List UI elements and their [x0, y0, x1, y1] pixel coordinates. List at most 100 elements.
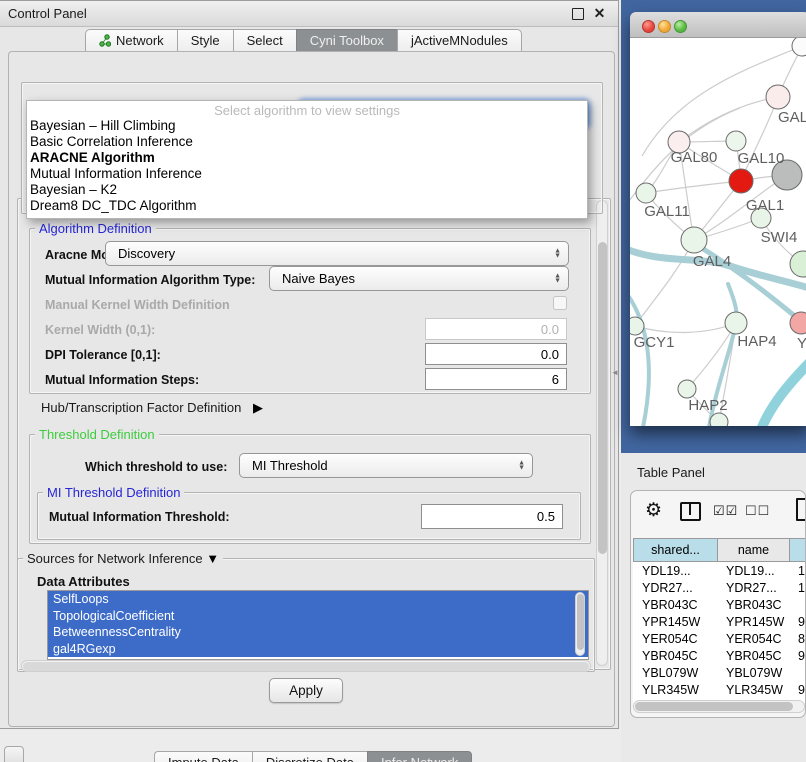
mi-algorithm-type-combo[interactable]: Naive Bayes: [269, 266, 569, 291]
aracne-mode-combo[interactable]: Discovery: [105, 241, 569, 266]
collapsed-panel-icon[interactable]: [4, 746, 24, 762]
column-header[interactable]: shared...: [633, 538, 717, 562]
table-row[interactable]: YDR27...YDR27...12: [633, 579, 806, 596]
network-node-hap2[interactable]: [678, 380, 696, 398]
attribute-list-scrollbar-thumb[interactable]: [577, 594, 584, 650]
tab-jactivemnodules[interactable]: jActiveMNodules: [397, 29, 522, 52]
table-rows: YDL19...YDL19...13YDR27...YDR27...12YBR0…: [633, 562, 806, 703]
table-row[interactable]: YER054CYER054C8.: [633, 630, 806, 647]
table-row[interactable]: YBL079WYBL079W: [633, 664, 806, 681]
network-node-hap4[interactable]: [725, 312, 747, 334]
combo-stepper-icon: [554, 248, 561, 259]
mi-steps-field[interactable]: 6: [425, 368, 567, 390]
sources-group-title[interactable]: Sources for Network Inference ▼: [23, 551, 223, 566]
network-node-gal[interactable]: [766, 85, 790, 109]
control-panel-titlebar[interactable]: Control Panel: [0, 1, 618, 27]
close-icon[interactable]: [593, 7, 606, 20]
tab-label: Select: [247, 30, 283, 51]
tab-style[interactable]: Style: [177, 29, 233, 52]
mi-threshold-group-title: MI Threshold Definition: [43, 485, 184, 500]
desktop: Control Panel Network Style Select Cyni Too…: [0, 0, 806, 762]
algorithm-definition-title: Algorithm Definition: [35, 221, 156, 236]
algorithm-option[interactable]: Dream8 DC_TDC Algorithm: [30, 198, 584, 214]
table-row[interactable]: YPR145WYPR145W9.: [633, 613, 806, 630]
tab-network[interactable]: Network: [85, 29, 177, 52]
tab-cyni-toolbox[interactable]: Cyni Toolbox: [296, 29, 397, 52]
gear-icon[interactable]: [645, 499, 662, 522]
attribute-item[interactable]: TopologicalCoefficient: [48, 608, 588, 625]
network-canvas[interactable]: GALGAL80GAL10GAL1GAL11SWI4GAL4GCY1HAP4YH…: [630, 38, 806, 426]
bottom-tabbar: Impute DataDiscretize DataInfer Network: [154, 751, 472, 762]
attribute-item[interactable]: gal4RGexp: [48, 641, 588, 658]
node-label: SWI4: [761, 229, 798, 246]
network-node-gcy1[interactable]: [630, 317, 644, 335]
algorithm-option[interactable]: Basic Correlation Inference: [30, 134, 584, 150]
column-header[interactable]: name: [717, 538, 789, 562]
settings-hscrollbar-thumb[interactable]: [23, 662, 589, 671]
mi-algorithm-type-label: Mutual Information Algorithm Type:: [45, 273, 255, 287]
network-icon: [99, 34, 111, 47]
column-header[interactable]: [789, 538, 806, 562]
network-node-gal11[interactable]: [636, 183, 656, 203]
network-node-gal1[interactable]: [729, 169, 753, 193]
unchecked-columns-icon[interactable]: [745, 503, 770, 519]
tab-select[interactable]: Select: [233, 29, 296, 52]
which-threshold-combo[interactable]: MI Threshold: [239, 453, 533, 478]
kernel-width-label: Kernel Width (0,1):: [45, 323, 155, 337]
node-label: HAP4: [737, 333, 776, 350]
splitter-arrow-icon[interactable]: ◄: [611, 368, 619, 377]
node-label: GAL11: [644, 203, 690, 220]
mac-minimize-icon[interactable]: [658, 20, 671, 33]
data-attributes-list[interactable]: SelfLoopsTopologicalCoefficientBetweenne…: [47, 590, 589, 660]
split-columns-icon[interactable]: [680, 502, 701, 521]
float-window-icon[interactable]: [572, 8, 584, 20]
table-cell: YER054C: [717, 632, 789, 646]
network-node-gal4[interactable]: [681, 227, 707, 253]
apply-button[interactable]: Apply: [269, 678, 343, 703]
tab-label: Style: [191, 30, 220, 51]
threshold-definition-title: Threshold Definition: [35, 427, 159, 442]
network-node[interactable]: [790, 251, 806, 277]
table-row[interactable]: YDL19...YDL19...13: [633, 562, 806, 579]
kernel-width-field[interactable]: 0.0: [425, 318, 567, 340]
network-node-gal10[interactable]: [726, 131, 746, 151]
settings-scrollbar-thumb[interactable]: [598, 242, 607, 554]
hub-expander-label: Hub/Transcription Factor Definition: [41, 400, 241, 415]
document-icon[interactable]: [796, 498, 806, 521]
checked-columns-icon[interactable]: [713, 503, 738, 519]
table-cell: YBL079W: [717, 666, 789, 680]
node-label: HAP2: [688, 397, 727, 414]
network-window-titlebar[interactable]: [630, 12, 806, 38]
manual-kernel-checkbox[interactable]: [553, 296, 567, 310]
table-row[interactable]: YLR345WYLR345W9.: [633, 681, 806, 698]
network-node[interactable]: [792, 38, 806, 56]
algorithm-option[interactable]: ARACNE Algorithm: [30, 150, 584, 166]
bottom-tab-infer-network[interactable]: Infer Network: [367, 751, 472, 762]
dpi-tolerance-field[interactable]: 0.0: [425, 343, 567, 365]
mac-close-icon[interactable]: [642, 20, 655, 33]
node-label: Y: [797, 335, 806, 352]
table-hscrollbar-thumb[interactable]: [635, 702, 793, 711]
cyni-toolbox-panel: Select algorithm to view settings Bayesi…: [8, 51, 615, 727]
algorithm-option[interactable]: Bayesian – Hill Climbing: [30, 118, 584, 134]
mac-zoom-icon[interactable]: [674, 20, 687, 33]
table-row[interactable]: YBR045CYBR045C9.: [633, 647, 806, 664]
bottom-tab-impute-data[interactable]: Impute Data: [154, 751, 252, 762]
table-cell: 9.: [789, 649, 806, 663]
mi-threshold-field[interactable]: 0.5: [421, 504, 563, 529]
attribute-item[interactable]: BetweennessCentrality: [48, 624, 588, 641]
control-panel-tabbar: Network Style Select Cyni ToolboxjActiveMNo…: [85, 29, 522, 52]
hub-expander[interactable]: Hub/Transcription Factor Definition ▶: [41, 400, 263, 416]
algorithm-option[interactable]: Bayesian – K2: [30, 182, 584, 198]
algorithm-option[interactable]: Mutual Information Inference: [30, 166, 584, 182]
bottom-tab-discretize-data[interactable]: Discretize Data: [252, 751, 367, 762]
table-cell: YLR345W: [717, 683, 789, 697]
table-cell: YDR27...: [717, 581, 789, 595]
attribute-item[interactable]: SelfLoops: [48, 591, 588, 608]
table-cell: YER054C: [633, 632, 717, 646]
network-node[interactable]: [710, 413, 728, 426]
table-row[interactable]: YBR043CYBR043C: [633, 596, 806, 613]
node-label: GAL10: [738, 150, 785, 167]
node-label: GAL80: [671, 149, 718, 166]
which-threshold-label: Which threshold to use:: [85, 460, 227, 474]
